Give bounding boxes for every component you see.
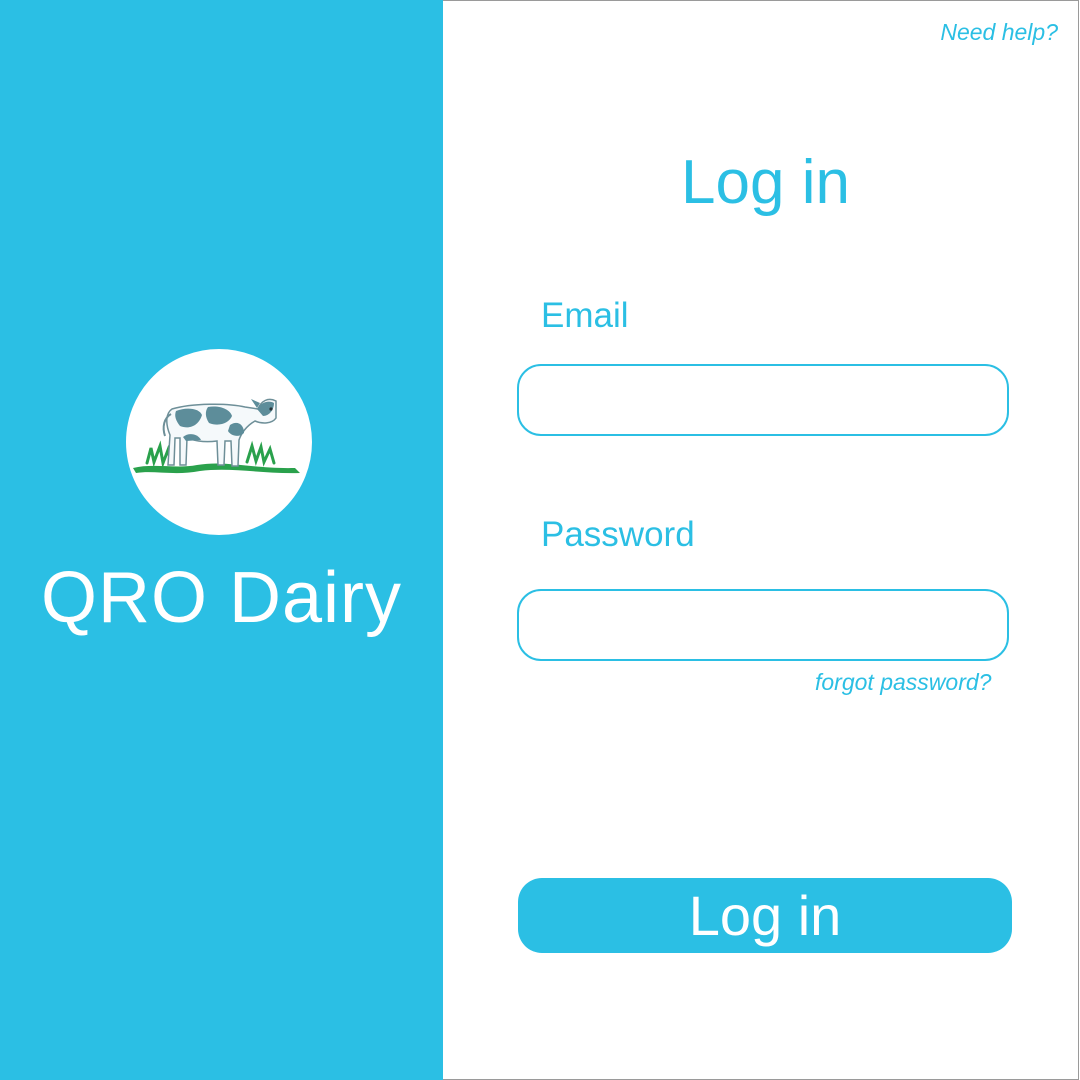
login-button[interactable]: Log in [518,878,1012,953]
brand-panel: QRO Dairy [0,0,443,1080]
brand-logo [126,349,312,535]
need-help-link[interactable]: Need help? [940,19,1058,46]
password-label: Password [541,515,695,554]
password-input[interactable] [517,589,1009,661]
login-title: Log in [681,148,850,217]
email-input[interactable] [517,364,1009,436]
email-label: Email [541,296,629,335]
forgot-password-link[interactable]: forgot password? [815,669,991,696]
cow-icon [133,398,300,474]
brand-name: QRO Dairy [40,558,403,638]
